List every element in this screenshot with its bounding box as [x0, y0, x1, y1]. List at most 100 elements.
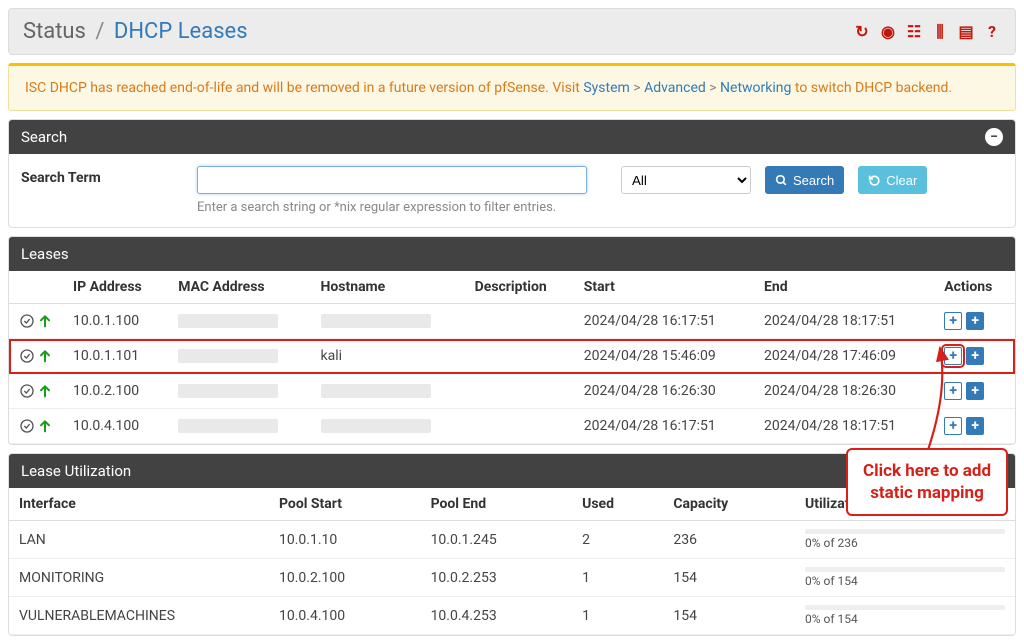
add-static-mapping-button[interactable]: +	[944, 347, 962, 365]
check-circle-icon	[19, 383, 35, 399]
add-wol-button[interactable]: +	[966, 312, 984, 330]
add-static-mapping-button[interactable]: +	[944, 382, 962, 400]
table-row: LAN 10.0.1.10 10.0.1.245 2 236 0% of 236	[9, 521, 1015, 559]
util-pstart: 10.0.2.100	[269, 559, 421, 597]
help-icon[interactable]: ?	[983, 23, 1001, 41]
breadcrumb-sep: /	[95, 19, 104, 44]
util-pstart: 10.0.4.100	[269, 597, 421, 635]
collapse-icon[interactable]: −	[985, 128, 1003, 146]
util-pstart: 10.0.1.10	[269, 521, 421, 559]
lease-host	[311, 409, 465, 444]
alert-link-system[interactable]: System	[583, 80, 629, 96]
util-pend: 10.0.4.253	[421, 597, 573, 635]
col-mac[interactable]: MAC Address	[168, 271, 310, 304]
lease-status	[19, 313, 53, 329]
add-static-mapping-button[interactable]: +	[944, 312, 962, 330]
lease-end: 2024/04/28 18:26:30	[754, 374, 934, 409]
search-help: Enter a search string or *nix regular ex…	[197, 200, 1003, 215]
col-used[interactable]: Used	[572, 488, 663, 521]
utilization-panel-title: Lease Utilization	[21, 462, 131, 480]
table-row: 10.0.1.100 2024/04/28 16:17:51 2024/04/2…	[9, 304, 1015, 339]
search-filter-select[interactable]: All	[621, 166, 751, 194]
alert-link-advanced[interactable]: Advanced	[644, 80, 706, 96]
magnify-icon	[775, 174, 788, 187]
util-text: 0% of 154	[805, 574, 1005, 588]
check-circle-icon	[19, 313, 35, 329]
lease-desc	[465, 304, 574, 339]
lease-mac	[168, 374, 310, 409]
arrow-up-icon	[37, 348, 53, 364]
search-panel-heading: Search −	[9, 120, 1015, 154]
util-cap: 236	[663, 521, 795, 559]
col-pstart[interactable]: Pool Start	[269, 488, 421, 521]
stop-icon[interactable]: ◉	[879, 23, 897, 41]
check-circle-icon	[19, 348, 35, 364]
arrow-up-icon	[37, 418, 53, 434]
search-input[interactable]	[197, 166, 587, 194]
lease-host: kali	[311, 339, 465, 374]
util-pend: 10.0.1.245	[421, 521, 573, 559]
col-ip[interactable]: IP Address	[63, 271, 168, 304]
leases-panel-heading: Leases	[9, 237, 1015, 271]
lease-end: 2024/04/28 18:17:51	[754, 409, 934, 444]
table-row: MONITORING 10.0.2.100 10.0.2.253 1 154 0…	[9, 559, 1015, 597]
col-end[interactable]: End	[754, 271, 934, 304]
lease-start: 2024/04/28 16:26:30	[574, 374, 754, 409]
util-bar: 0% of 154	[805, 605, 1005, 626]
breadcrumb-current[interactable]: DHCP Leases	[114, 19, 248, 44]
arrow-up-icon	[37, 313, 53, 329]
add-wol-button[interactable]: +	[966, 347, 984, 365]
breadcrumb-root[interactable]: Status	[23, 19, 86, 44]
undo-icon	[868, 174, 881, 187]
lease-start: 2024/04/28 15:46:09	[574, 339, 754, 374]
util-used: 1	[572, 597, 663, 635]
lease-ip: 10.0.1.101	[63, 339, 168, 374]
lease-mac	[168, 304, 310, 339]
col-pend[interactable]: Pool End	[421, 488, 573, 521]
search-button[interactable]: Search	[765, 166, 844, 194]
util-used: 1	[572, 559, 663, 597]
util-bar: 0% of 154	[805, 567, 1005, 588]
utilization-table: Interface Pool Start Pool End Used Capac…	[9, 488, 1015, 635]
clear-button[interactable]: Clear	[858, 166, 927, 194]
col-host[interactable]: Hostname	[311, 271, 465, 304]
table-row: 10.0.2.100 2024/04/28 16:26:30 2024/04/2…	[9, 374, 1015, 409]
col-iface[interactable]: Interface	[9, 488, 269, 521]
refresh-icon[interactable]: ↻	[853, 23, 871, 41]
chart-icon[interactable]: ⫼	[931, 23, 949, 41]
add-wol-button[interactable]: +	[966, 417, 984, 435]
log-icon[interactable]: ▤	[957, 23, 975, 41]
arrow-up-icon	[37, 383, 53, 399]
lease-desc	[465, 339, 574, 374]
lease-status	[19, 418, 53, 434]
alert-link-networking[interactable]: Networking	[720, 80, 791, 96]
search-panel-title: Search	[21, 128, 67, 146]
add-wol-button[interactable]: +	[966, 382, 984, 400]
lease-end: 2024/04/28 18:17:51	[754, 304, 934, 339]
search-label: Search Term	[21, 166, 181, 186]
search-panel: Search − Search Term All Search	[8, 119, 1016, 228]
util-cap: 154	[663, 597, 795, 635]
util-iface: MONITORING	[9, 559, 269, 597]
util-text: 0% of 236	[805, 536, 1005, 550]
col-desc[interactable]: Description	[465, 271, 574, 304]
lease-host	[311, 304, 465, 339]
lease-start: 2024/04/28 16:17:51	[574, 409, 754, 444]
lease-ip: 10.0.4.100	[63, 409, 168, 444]
util-iface: LAN	[9, 521, 269, 559]
check-circle-icon	[19, 418, 35, 434]
col-start[interactable]: Start	[574, 271, 754, 304]
lease-status	[19, 383, 53, 399]
table-row: 10.0.1.101 kali 2024/04/28 15:46:09 2024…	[9, 339, 1015, 374]
leases-panel-title: Leases	[21, 245, 69, 263]
col-cap[interactable]: Capacity	[663, 488, 795, 521]
sliders-icon[interactable]: ☷	[905, 23, 923, 41]
util-used: 2	[572, 521, 663, 559]
lease-end: 2024/04/28 17:46:09	[754, 339, 934, 374]
eol-alert: ISC DHCP has reached end-of-life and wil…	[8, 63, 1016, 111]
col-util[interactable]: Utilization	[795, 488, 1015, 521]
add-static-mapping-button[interactable]: +	[944, 417, 962, 435]
header-toolbar: ↻ ◉ ☷ ⫼ ▤ ?	[853, 23, 1001, 41]
alert-prefix: ISC DHCP has reached end-of-life and wil…	[25, 80, 583, 96]
page-header: Status / DHCP Leases ↻ ◉ ☷ ⫼ ▤ ?	[8, 8, 1016, 55]
